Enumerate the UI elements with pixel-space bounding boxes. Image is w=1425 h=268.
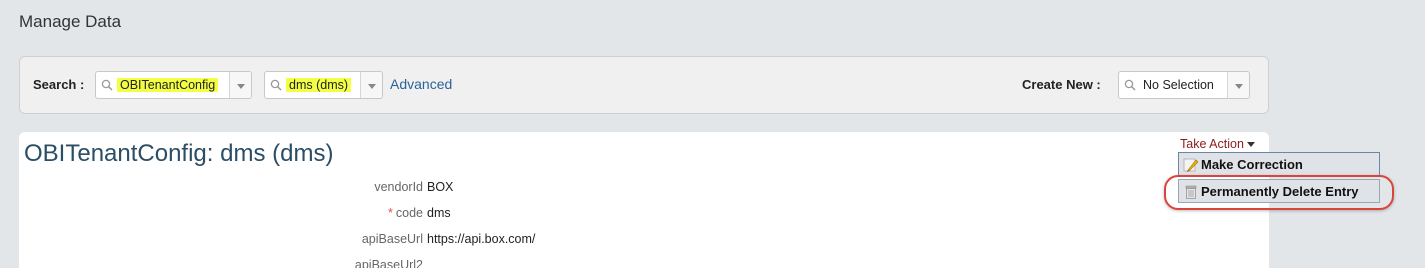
make-correction-menu-item[interactable]: Make Correction bbox=[1178, 152, 1380, 176]
take-action-button[interactable]: Take Action bbox=[1180, 137, 1255, 151]
search-icon bbox=[101, 79, 113, 91]
chevron-down-icon[interactable] bbox=[360, 72, 382, 98]
search-icon bbox=[270, 79, 282, 91]
menu-item-label: Make Correction bbox=[1201, 157, 1303, 172]
chevron-down-icon[interactable] bbox=[229, 72, 251, 98]
field-value: BOX bbox=[427, 180, 454, 194]
create-new-label: Create New : bbox=[1022, 77, 1101, 92]
field-label: vendorId bbox=[374, 180, 423, 194]
take-action-label: Take Action bbox=[1180, 137, 1244, 151]
field-label: * code bbox=[388, 206, 423, 220]
object-type-combobox[interactable]: OBITenantConfig bbox=[95, 71, 252, 99]
field-row: * code dms bbox=[19, 206, 719, 226]
annotation-highlight-ring bbox=[1164, 175, 1394, 210]
advanced-search-link[interactable]: Advanced bbox=[390, 76, 452, 92]
search-label: Search : bbox=[33, 77, 85, 92]
field-label: apiBaseUrl bbox=[361, 232, 423, 246]
record-combobox[interactable]: dms (dms) bbox=[264, 71, 383, 99]
required-marker: * bbox=[388, 206, 393, 220]
caret-down-icon bbox=[1246, 142, 1255, 148]
field-label: apiBaseUrl2 bbox=[354, 258, 423, 268]
pencil-icon bbox=[1183, 158, 1199, 172]
field-row: vendorId BOX bbox=[19, 180, 719, 200]
field-row: apiBaseUrl2 bbox=[19, 258, 719, 268]
record-panel: OBITenantConfig: dms (dms) Take Action v… bbox=[19, 132, 1269, 268]
object-type-value: OBITenantConfig bbox=[117, 78, 219, 92]
field-value: dms bbox=[427, 206, 451, 220]
create-new-value: No Selection bbox=[1143, 78, 1214, 92]
record-value: dms (dms) bbox=[286, 78, 352, 92]
search-panel: Search : OBITenantConfig dms (dms) Advan… bbox=[19, 56, 1269, 114]
page-title: Manage Data bbox=[19, 12, 122, 31]
search-icon bbox=[1124, 79, 1136, 91]
record-title: OBITenantConfig: dms (dms) bbox=[24, 140, 334, 167]
create-new-combobox[interactable]: No Selection bbox=[1118, 71, 1250, 99]
field-value: https://api.box.com/ bbox=[427, 232, 536, 246]
chevron-down-icon[interactable] bbox=[1227, 72, 1249, 98]
field-row: apiBaseUrl https://api.box.com/ bbox=[19, 232, 719, 252]
